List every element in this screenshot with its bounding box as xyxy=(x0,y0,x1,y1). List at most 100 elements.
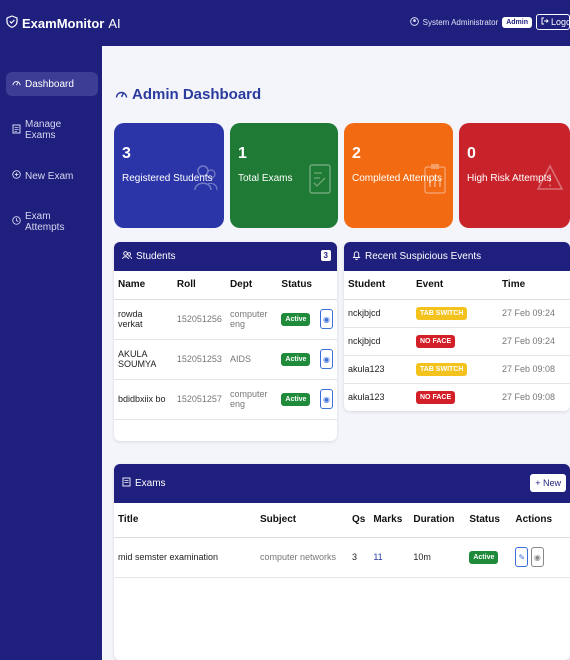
event-student: akula123 xyxy=(344,355,412,384)
event-badge: NO FACE xyxy=(416,390,456,404)
logout-button[interactable]: Logout xyxy=(536,14,570,30)
users-icon xyxy=(122,250,132,263)
view-student-button[interactable]: ◉ xyxy=(319,309,333,329)
column-header: Status xyxy=(465,503,512,538)
table-row[interactable]: rowda verkat 152051256 computer eng Acti… xyxy=(114,299,337,340)
column-header: Dept xyxy=(225,271,278,300)
stat-card-students[interactable]: 3 Registered Students xyxy=(114,123,224,228)
eye-icon: ◉ xyxy=(533,552,541,562)
brand-suffix: AI xyxy=(108,15,121,31)
students-card-title: Students xyxy=(136,251,176,262)
events-card-header: Recent Suspicious Events xyxy=(344,242,570,271)
student-dept: computer eng xyxy=(225,299,278,340)
view-student-button[interactable]: ◉ xyxy=(319,389,333,409)
eye-icon: ◉ xyxy=(322,394,330,404)
events-card-title: Recent Suspicious Events xyxy=(365,251,482,262)
events-card: Recent Suspicious Events Student Event T… xyxy=(344,242,570,411)
column-header: Name xyxy=(114,271,173,300)
students-card: Students 3 Name Roll Dept Status rowda v… xyxy=(114,242,337,441)
stat-card-completed[interactable]: 2 Completed Attempts xyxy=(344,123,453,228)
users-icon xyxy=(194,163,218,198)
eye-icon: ◉ xyxy=(322,314,330,324)
student-name: bdidbxiix bo xyxy=(114,379,173,420)
exam-subject: computer networks xyxy=(256,537,348,578)
clipboard-icon xyxy=(423,163,447,198)
table-row[interactable]: nckjbjcd NO FACE 27 Feb 09:24 xyxy=(344,327,570,356)
document-icon xyxy=(122,477,131,490)
student-name: rowda verkat xyxy=(114,299,173,340)
event-student: nckjbjcd xyxy=(344,327,412,356)
column-header: Subject xyxy=(256,503,348,538)
exam-questions: 3 xyxy=(348,537,370,578)
event-student: nckjbjcd xyxy=(344,299,412,328)
column-header: Duration xyxy=(409,503,466,538)
page-title-text: Admin Dashboard xyxy=(132,86,262,103)
warning-icon xyxy=(536,163,564,196)
column-header: Status xyxy=(277,271,316,300)
stat-card-exams[interactable]: 1 Total Exams xyxy=(230,123,338,228)
event-time: 27 Feb 09:08 xyxy=(498,383,570,411)
view-exam-button[interactable]: ◉ xyxy=(530,547,544,567)
table-row[interactable]: mid semster examination computer network… xyxy=(114,537,570,578)
column-header: Qs xyxy=(348,503,370,538)
status-badge: Active xyxy=(281,352,311,366)
student-roll: 152051257 xyxy=(172,379,226,420)
event-student: akula123 xyxy=(344,383,412,411)
stat-value: 1 xyxy=(238,145,247,162)
shield-icon xyxy=(6,15,18,31)
sidebar-item-exam-attempts[interactable]: Exam Attempts xyxy=(6,205,98,239)
event-badge: TAB SWITCH xyxy=(416,362,468,376)
status-badge: Active xyxy=(281,312,311,326)
eye-icon: ◉ xyxy=(322,354,330,364)
sidebar-item-new-exam[interactable]: New Exam xyxy=(6,164,98,188)
sidebar-item-label: New Exam xyxy=(25,170,74,182)
dashboard-icon xyxy=(12,78,21,90)
student-name: AKULA SOUMYA xyxy=(114,339,173,380)
exams-table: Title Subject Qs Marks Duration Status A… xyxy=(114,503,570,578)
brand-name: ExamMonitor xyxy=(22,15,105,31)
exam-marks: 11 xyxy=(369,537,410,578)
student-dept: computer eng xyxy=(225,379,278,420)
sidebar-item-label: Manage Exams xyxy=(25,119,62,141)
edit-exam-button[interactable]: ✎ xyxy=(515,547,529,567)
table-row[interactable]: nckjbjcd TAB SWITCH 27 Feb 09:24 xyxy=(344,299,570,328)
column-header: Roll xyxy=(172,271,226,300)
status-badge: Active xyxy=(281,392,311,406)
exams-card-header: Exams + New xyxy=(114,464,570,503)
sidebar-item-dashboard[interactable]: Dashboard xyxy=(6,72,98,96)
table-row[interactable]: akula123 TAB SWITCH 27 Feb 09:08 xyxy=(344,355,570,384)
sidebar: Dashboard Manage Exams New Exam Exam Att… xyxy=(0,46,102,660)
table-row[interactable]: bdidbxiix bo 152051257 computer eng Acti… xyxy=(114,379,337,420)
plus-circle-icon xyxy=(12,170,21,182)
column-header: Student xyxy=(344,271,412,300)
page-title: Admin Dashboard xyxy=(115,86,261,103)
stat-card-high-risk[interactable]: 0 High Risk Attempts xyxy=(459,123,570,228)
event-time: 27 Feb 09:24 xyxy=(498,327,570,356)
exam-title: mid semster examination xyxy=(114,537,256,578)
bell-icon xyxy=(352,250,361,263)
exams-card: Exams + New Title Subject Qs Marks Durat… xyxy=(114,464,570,660)
column-header: Time xyxy=(498,271,570,300)
event-time: 27 Feb 09:24 xyxy=(498,299,570,328)
new-exam-button[interactable]: + New xyxy=(530,474,566,492)
checklist-icon xyxy=(308,163,332,198)
user-circle-icon xyxy=(409,16,419,28)
user-name: System Administrator xyxy=(422,17,499,27)
student-dept: AIDS xyxy=(225,339,278,380)
column-header: Event xyxy=(412,271,498,300)
user-area: System Administrator Admin Logout xyxy=(409,14,570,30)
event-badge: TAB SWITCH xyxy=(416,306,468,320)
sidebar-item-label: Exam Attempts xyxy=(25,211,65,233)
students-card-header: Students 3 xyxy=(114,242,337,271)
list-icon xyxy=(12,124,21,137)
table-row[interactable]: AKULA SOUMYA 152051253 AIDS Active ◉ xyxy=(114,339,337,380)
table-row[interactable]: akula123 NO FACE 27 Feb 09:08 xyxy=(344,383,570,411)
dashboard-icon xyxy=(115,86,128,103)
event-time: 27 Feb 09:08 xyxy=(498,355,570,384)
column-header: Actions xyxy=(511,503,570,538)
student-roll: 152051253 xyxy=(172,339,226,380)
sidebar-item-manage-exams[interactable]: Manage Exams xyxy=(6,113,98,147)
view-student-button[interactable]: ◉ xyxy=(319,349,333,369)
brand[interactable]: ExamMonitor AI xyxy=(6,15,121,31)
role-badge: Admin xyxy=(502,16,532,28)
